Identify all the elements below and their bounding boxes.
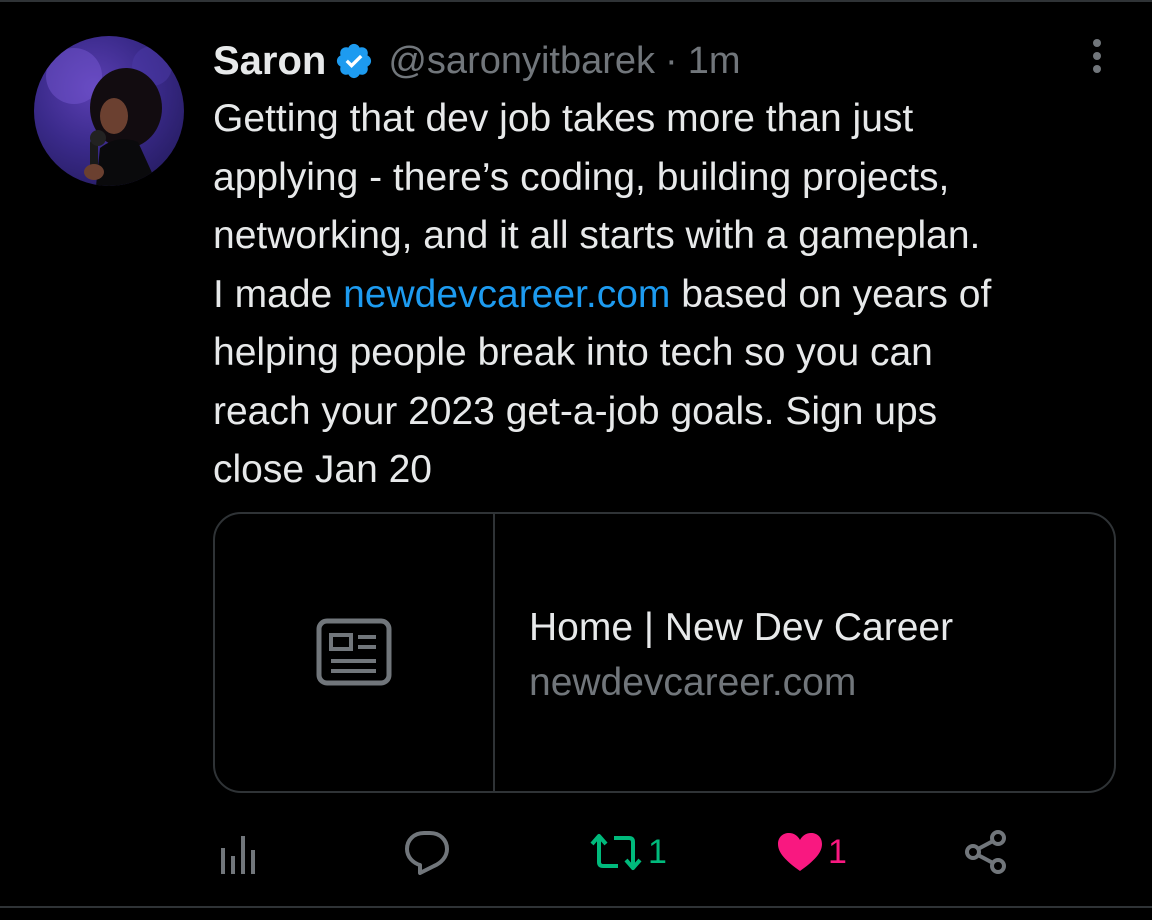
tweet-timestamp[interactable]: 1m <box>688 40 741 83</box>
link-card-thumbnail <box>215 514 495 791</box>
link-card-title: Home | New Dev Career <box>529 606 954 649</box>
author-name[interactable]: Saron <box>213 39 326 84</box>
retweet-count: 1 <box>648 832 667 871</box>
like-button[interactable]: 1 <box>776 822 847 882</box>
more-options-button[interactable] <box>1082 38 1112 74</box>
share-button[interactable] <box>964 822 1008 882</box>
separator-dot: · <box>665 39 678 82</box>
tweet-header: Saron @saronyitbarek · 1m <box>213 36 741 86</box>
analytics-icon <box>221 836 255 874</box>
tweet-text-line: close Jan 20 <box>213 448 432 491</box>
tweet-text: Getting that dev job takes more than jus… <box>213 90 1133 500</box>
tweet-text-line: Getting that dev job takes more than jus… <box>213 97 914 140</box>
tweet-text-segment: I made <box>213 272 344 316</box>
link-preview-card[interactable]: Home | New Dev Career newdevcareer.com <box>213 512 1116 793</box>
tweet-text-line: applying - there’s coding, building proj… <box>213 155 950 199</box>
profile-photo <box>46 46 172 186</box>
heart-icon <box>778 833 822 871</box>
more-vertical-icon <box>1093 39 1101 73</box>
share-icon <box>965 830 1006 874</box>
tweet-text-line: networking, and it all starts with a gam… <box>213 214 981 257</box>
retweet-button[interactable]: 1 <box>588 822 667 882</box>
reply-button[interactable] <box>404 822 450 882</box>
tweet-text-line: I made newdevcareer.com based on years o… <box>213 266 1133 325</box>
top-divider <box>0 0 1152 2</box>
link-card-domain: newdevcareer.com <box>529 661 857 704</box>
verified-badge-icon <box>337 43 372 79</box>
author-avatar[interactable] <box>34 36 184 186</box>
reply-icon <box>405 831 449 875</box>
retweet-icon <box>590 834 642 870</box>
tweet-link[interactable]: newdevcareer.com <box>343 273 670 316</box>
bottom-divider <box>0 906 1152 908</box>
tweet-text-segment: based on years of <box>670 272 992 316</box>
tweet-text-line: reach your 2023 get-a-job goals. Sign up… <box>213 389 938 433</box>
tweet-text-line: helping people break into tech so you ca… <box>213 331 933 374</box>
link-card-info: Home | New Dev Career newdevcareer.com <box>529 602 953 712</box>
article-icon <box>316 618 392 685</box>
tweet-actions: 1 1 <box>0 822 1152 882</box>
author-handle[interactable]: @saronyitbarek <box>388 40 655 83</box>
analytics-button[interactable] <box>219 822 261 882</box>
like-count: 1 <box>828 832 847 871</box>
